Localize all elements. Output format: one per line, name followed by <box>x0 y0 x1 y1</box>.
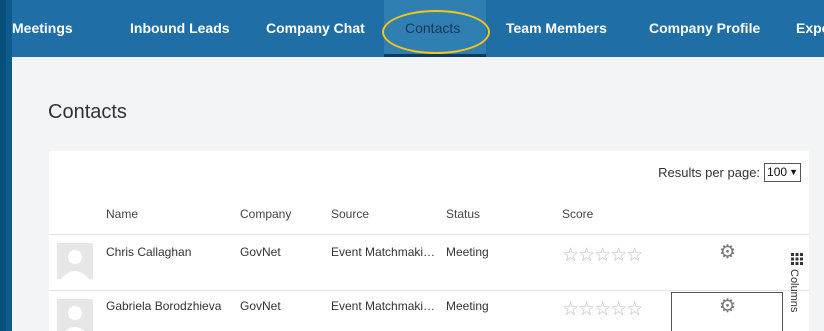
columns-toggle[interactable]: Columns <box>786 251 808 331</box>
user-placeholder-icon <box>61 250 89 279</box>
chevron-down-icon: ▼ <box>789 167 798 177</box>
avatar <box>57 243 93 279</box>
grid-icon <box>791 253 803 265</box>
tab-company-chat[interactable]: Company Chat <box>246 0 384 57</box>
cell-company: GovNet <box>240 245 281 259</box>
header-company[interactable]: Company <box>240 207 291 221</box>
header-name[interactable]: Name <box>106 207 138 221</box>
contacts-card: Results per page: 100 ▼ Name Company Sou… <box>49 151 809 331</box>
avatar <box>57 299 93 331</box>
header-source[interactable]: Source <box>331 207 369 221</box>
user-placeholder-icon <box>65 306 85 331</box>
gear-icon[interactable]: ⚙ <box>719 295 736 318</box>
tab-company-profile[interactable]: Company Profile <box>630 0 778 57</box>
star-rating[interactable]: ☆☆☆☆☆ <box>562 298 643 321</box>
star-rating[interactable]: ☆☆☆☆☆ <box>562 244 643 267</box>
results-per-page-label: Results per page: <box>658 165 761 180</box>
header-score[interactable]: Score <box>562 207 593 221</box>
nav-tabs: Meetings Inbound Leads Company Chat Cont… <box>12 0 824 57</box>
main-content: Contacts Results per page: 100 ▼ Name Co… <box>12 57 824 331</box>
cell-name[interactable]: Chris Callaghan <box>106 245 191 259</box>
cell-name[interactable]: Gabriela Borodzhieva <box>106 299 221 313</box>
app-frame: Meetings Inbound Leads Company Chat Cont… <box>0 0 824 331</box>
row-divider <box>49 290 809 291</box>
tab-contacts[interactable]: Contacts <box>384 0 486 57</box>
results-per-page: Results per page: 100 ▼ <box>658 163 801 182</box>
tab-team-members[interactable]: Team Members <box>486 0 630 57</box>
columns-label: Columns <box>788 269 800 313</box>
results-per-page-select[interactable]: 100 ▼ <box>764 163 801 182</box>
tab-inbound-leads[interactable]: Inbound Leads <box>98 0 246 57</box>
cell-source: Event Matchmaki… <box>331 245 436 259</box>
header-status[interactable]: Status <box>446 207 480 221</box>
results-per-page-value: 100 <box>767 165 788 179</box>
cell-source: Event Matchmaki… <box>331 299 436 313</box>
gear-icon[interactable]: ⚙ <box>719 241 736 264</box>
cell-status: Meeting <box>446 245 489 259</box>
tab-meetings[interactable]: Meetings <box>12 0 98 57</box>
page-title: Contacts <box>48 101 127 123</box>
cell-company: GovNet <box>240 299 281 313</box>
tab-expo[interactable]: Expo <box>778 0 824 57</box>
row-divider <box>49 234 809 235</box>
cell-status: Meeting <box>446 299 489 313</box>
top-navigation: Meetings Inbound Leads Company Chat Cont… <box>12 0 824 57</box>
